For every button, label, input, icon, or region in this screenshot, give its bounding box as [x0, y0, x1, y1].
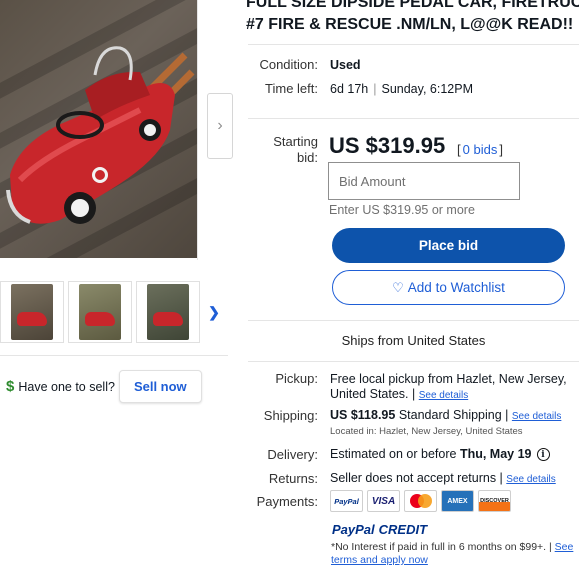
discover-logo-text: DISCOVER [480, 498, 509, 504]
starting-bid-label-line1: Starting [273, 134, 318, 149]
thumbnail-car [153, 312, 183, 326]
heart-icon: ♡ [392, 279, 404, 295]
payments-label: Payments: [256, 494, 318, 509]
bid-count: [0 bids] [457, 142, 503, 157]
chevron-right-icon: › [217, 117, 223, 134]
thumbnail-image [79, 284, 121, 340]
condition-value: Used [330, 58, 361, 72]
image-divider [197, 0, 198, 260]
auction-end-time: Sunday, 6:12PM [381, 82, 473, 96]
pedal-car-illustration [6, 46, 195, 224]
bid-count-link[interactable]: 0 bids [463, 142, 498, 157]
payment-methods: PayPal VISA AMEX DISCOVER [330, 490, 515, 512]
condition-label: Condition: [259, 57, 318, 72]
shipping-amount: US $118.95 [330, 408, 396, 422]
place-bid-button[interactable]: Place bid [332, 228, 565, 263]
delivery-text: Estimated on or before [330, 447, 457, 461]
info-icon[interactable]: i [536, 448, 550, 462]
pickup-see-details-link[interactable]: See details [419, 390, 468, 401]
returns-text: Seller does not accept returns | [330, 471, 503, 485]
thumbnails-next-button[interactable]: ❯ [204, 281, 224, 343]
thumbnail-car [85, 312, 115, 326]
discover-logo: DISCOVER [478, 490, 511, 512]
pickup-line2: United States. | See details [330, 387, 567, 403]
delivery-value: Estimated on or before Thu, May 19 i [330, 447, 550, 462]
paypal-credit-logo: PayPal CREDIT [332, 522, 427, 537]
delivery-label: Delivery: [267, 447, 318, 462]
shipping-see-details-link[interactable]: See details [512, 411, 561, 422]
time-separator: | [373, 82, 377, 96]
thumbnail-image [147, 284, 189, 340]
mastercard-logo [404, 490, 437, 512]
sell-prompt-text: Have one to sell? [18, 379, 115, 394]
delivery-date: Thu, May 19 [459, 447, 532, 461]
pickup-label: Pickup: [275, 371, 318, 386]
paypal-credit-credit: CREDIT [378, 522, 428, 537]
thumbnail-3[interactable] [136, 281, 200, 343]
shipping-label: Shipping: [263, 408, 318, 423]
returns-see-details-link[interactable]: See details [506, 474, 555, 485]
divider [248, 118, 579, 119]
paypal-logo-text: PayPal [334, 496, 359, 506]
bid-hint: Enter US $319.95 or more [329, 203, 475, 217]
divider [248, 320, 579, 321]
amex-logo: AMEX [441, 490, 474, 512]
watchlist-label: Add to Watchlist [407, 280, 505, 295]
time-left-value: 6d 17h | Sunday, 6:12PM [330, 82, 473, 96]
divider [0, 355, 228, 356]
time-left-label: Time left: [265, 81, 318, 96]
starting-bid-label: Starting bid: [273, 134, 318, 166]
returns-label: Returns: [268, 471, 318, 486]
main-product-image[interactable] [0, 0, 197, 258]
bid-amount-input[interactable] [328, 162, 520, 200]
bid-count-close-bracket: ] [499, 142, 503, 157]
pickup-value: Free local pickup from Hazlet, New Jerse… [330, 372, 567, 403]
visa-logo-text: VISA [371, 495, 396, 507]
condition-value-text: Used [330, 58, 361, 72]
listing-title-line2: #7 FIRE & RESCUE .NM/LN, L@@K READ!! [246, 16, 574, 33]
item-location: Located in: Hazlet, New Jersey, United S… [330, 426, 523, 437]
pickup-line2-text: United States. | [330, 387, 416, 401]
shipping-value: US $118.95 Standard Shipping | See detai… [330, 408, 561, 439]
thumbnail-1[interactable] [0, 281, 64, 343]
add-to-watchlist-button[interactable]: ♡ Add to Watchlist [332, 270, 565, 305]
thumbnail-image [11, 284, 53, 340]
paypal-credit-paypal: PayPal [332, 522, 375, 537]
thumbnail-car [17, 312, 47, 326]
amex-logo-text: AMEX [447, 497, 468, 505]
sell-now-button[interactable]: Sell now [118, 370, 202, 403]
starting-bid-price: US $319.95 [329, 133, 446, 158]
paypal-logo: PayPal [330, 490, 363, 512]
returns-value: Seller does not accept returns | See det… [330, 471, 556, 485]
mastercard-circles [409, 494, 432, 508]
shipping-service: Standard Shipping | [398, 408, 509, 422]
thumbnail-strip: ❯ [0, 281, 224, 345]
fine-print-text: *No Interest if paid in full in 6 months… [331, 541, 552, 553]
divider [248, 44, 579, 45]
sell-prompt-row: $ Have one to sell? Sell now [6, 370, 202, 403]
time-remaining: 6d 17h [330, 82, 369, 96]
listing-title: FULL SIZE DIPSIDE PEDAL CAR, FIRETRUCK #… [246, 0, 579, 36]
shipping-line: US $118.95 Standard Shipping | See detai… [330, 408, 561, 424]
dollar-icon: $ [6, 378, 15, 395]
thumbnail-2[interactable] [68, 281, 132, 343]
starting-bid-label-line2: bid: [297, 150, 318, 165]
paypal-credit-fine-print: *No Interest if paid in full in 6 months… [331, 541, 579, 567]
chevron-right-icon: ❯ [208, 303, 220, 320]
listing-title-line1: FULL SIZE DIPSIDE PEDAL CAR, FIRETRUCK [246, 0, 579, 11]
pickup-line1: Free local pickup from Hazlet, New Jerse… [330, 372, 567, 386]
ships-from: Ships from United States [341, 333, 486, 348]
divider [248, 361, 579, 362]
bid-count-open-bracket: [ [457, 142, 461, 157]
next-image-button[interactable]: › [207, 93, 233, 159]
visa-logo: VISA [367, 490, 400, 512]
